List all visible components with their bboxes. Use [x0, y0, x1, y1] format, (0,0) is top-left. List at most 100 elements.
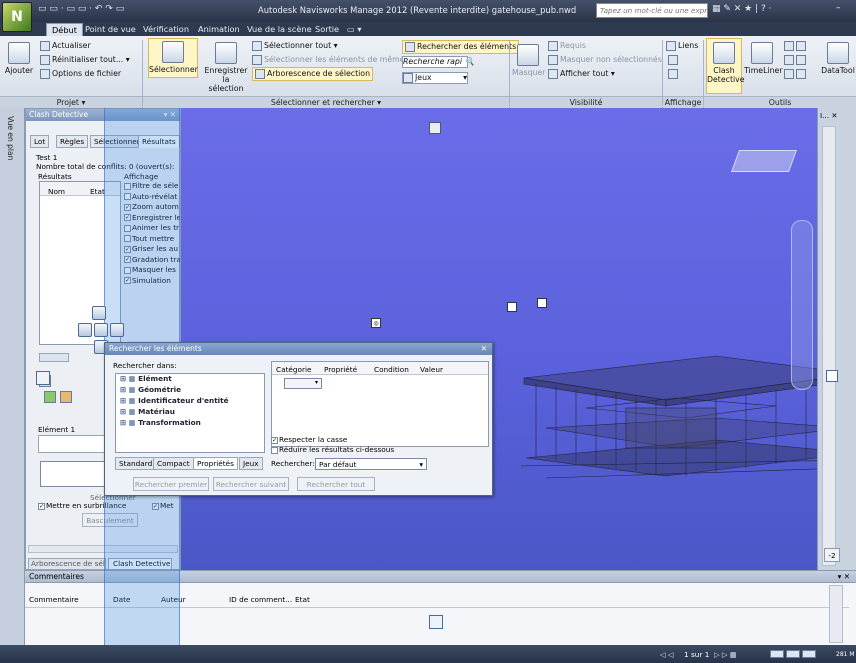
col-propriete[interactable]: Propriété [324, 365, 357, 374]
prune-checkbox[interactable]: Réduire les résultats ci-dessous [271, 445, 394, 454]
tab-verification[interactable]: Vérification [138, 23, 194, 36]
tab-compact[interactable]: Compact [153, 457, 194, 470]
save-selection-button[interactable]: Enregistrer la sélection [204, 42, 248, 93]
search-mode-dropdown[interactable]: Par défaut ▾ [315, 458, 427, 470]
dock-up-icon[interactable] [92, 306, 106, 320]
tools-icons-a[interactable] [784, 41, 808, 51]
show-all-button[interactable]: Afficher tout ▾ [548, 69, 615, 79]
comments-scrollbar[interactable] [829, 585, 843, 643]
comments-close-icon[interactable]: ▾ ✕ [838, 571, 850, 583]
dock-left-panel-icon[interactable] [36, 371, 50, 385]
dock-bottom-icon[interactable] [429, 615, 443, 629]
dock-right-arrow-icon[interactable] [110, 323, 124, 337]
dock-left-icon[interactable] [78, 323, 92, 337]
required-button[interactable]: Requis [548, 41, 586, 51]
group-label-select[interactable]: Sélectionner et rechercher ▾ [143, 96, 509, 108]
tree-item[interactable]: ⊞ ▦ Transformation [116, 418, 264, 429]
select-button[interactable]: Sélectionner [148, 38, 198, 78]
results-scrollbar[interactable] [39, 353, 69, 362]
tab-regles[interactable]: Règles [56, 135, 89, 148]
clash-marker-icon[interactable]: ◎ [371, 318, 381, 328]
dialog-close-icon[interactable]: ✕ [481, 343, 487, 355]
timeliner-button[interactable]: TimeLiner [744, 42, 783, 75]
tools-icons-c[interactable] [784, 69, 808, 79]
col-categorie[interactable]: Catégorie [276, 365, 312, 374]
hide-button[interactable]: Masquer [512, 44, 545, 77]
expand-icon[interactable]: ⊞ ▦ [120, 396, 138, 405]
clash-marker-icon-2[interactable] [507, 302, 517, 312]
col-condition[interactable]: Condition [374, 365, 409, 374]
datatools-button[interactable]: DataTool [820, 42, 856, 75]
tab-debut[interactable]: Début [46, 23, 83, 36]
tab-extra-icon[interactable]: ▭ ▾ [342, 23, 366, 36]
find-all-button[interactable]: Rechercher tout [297, 477, 375, 491]
expand-icon[interactable]: ⊞ ▦ [120, 407, 138, 416]
tab-standard[interactable]: Standard [115, 457, 157, 470]
tree-item[interactable]: ⊞ ▦ Identificateur d'entité [116, 396, 264, 407]
add-button[interactable]: Ajouter [4, 42, 34, 75]
col-etat[interactable]: Etat [90, 187, 105, 196]
tab-point-de-vue[interactable]: Point de vue [80, 23, 141, 36]
display-icon-3[interactable] [668, 69, 680, 79]
navigation-bar[interactable] [791, 220, 813, 390]
comments-col-id[interactable]: ID de comment... [229, 595, 292, 604]
page-nav-prev[interactable]: ◁ ◁ [660, 650, 674, 659]
clash-marker-icon-3[interactable] [537, 298, 547, 308]
group-label-projet[interactable]: Projet ▾ [0, 96, 142, 108]
help-search-input[interactable]: Tapez un mot-clé ou une expression [596, 3, 708, 18]
panel-icon-3[interactable] [60, 391, 72, 403]
tab-sortie[interactable]: Sortie [310, 23, 344, 36]
3d-viewport[interactable]: ◎ [181, 108, 817, 570]
match-case-checkbox[interactable]: ✓ Respecter la casse [271, 435, 347, 444]
dock-top-icon[interactable] [429, 122, 441, 134]
tree-item[interactable]: ⊞ ▦ Géométrie [116, 385, 264, 396]
links-button[interactable]: Liens [666, 41, 698, 51]
tree-item[interactable]: ⊞ ▦ Elément [116, 374, 264, 385]
quick-access-toolbar[interactable]: ▭ ▭ · ▭ ▭ · ↶ ↷ ▭ [38, 4, 124, 18]
help-icons[interactable]: ▦ ✎ ✕ ★ | ? · [712, 4, 772, 14]
group-label-visibility[interactable]: Visibilité [510, 96, 662, 108]
expand-icon[interactable]: ⊞ ▦ [120, 385, 138, 394]
category-dropdown[interactable]: ▾ [284, 378, 322, 389]
tab-proprietes[interactable]: Propriétés [193, 457, 238, 470]
tools-icons-b[interactable] [784, 55, 808, 65]
tab-selection-tree[interactable]: Arborescence de sélec [28, 558, 106, 570]
minimize-icon[interactable]: – [836, 3, 841, 13]
find-items-button[interactable]: Rechercher des éléments [402, 40, 520, 54]
quick-find-input[interactable]: Recherche rapi 🔍 [402, 56, 474, 68]
search-in-tree[interactable]: ⊞ ▦ Elément ⊞ ▦ Géométrie ⊞ ▦ Identificate… [115, 373, 265, 453]
select-same-button[interactable]: Sélectionner les éléments de même ▾ [252, 55, 411, 65]
dock-right-icon[interactable] [826, 370, 838, 382]
expand-icon[interactable]: ⊞ ▦ [120, 418, 138, 427]
right-dock-label[interactable]: I... ✕ [820, 111, 838, 120]
viewcube[interactable] [730, 150, 798, 172]
viewport-scroll-value[interactable]: -2 [824, 548, 840, 562]
tab-jeux[interactable]: Jeux [239, 457, 263, 470]
dock-center-icon[interactable] [94, 323, 108, 337]
expand-icon[interactable]: ⊞ ▦ [120, 374, 138, 383]
tab-vue-de-la-scene[interactable]: Vue de la scène [242, 23, 317, 36]
hide-unselected-button[interactable]: Masquer non sélectionnés [548, 55, 662, 65]
application-menu-button[interactable]: N [2, 2, 32, 32]
tab-lot[interactable]: Lot [30, 135, 50, 148]
panel-icon-2[interactable] [44, 391, 56, 403]
plan-view-tab[interactable]: Vue en plan [6, 116, 15, 160]
clash-detective-button[interactable]: Clash Detective [706, 38, 745, 94]
vertical-zoom-slider[interactable] [822, 126, 836, 566]
reset-all-button[interactable]: Réinitialiser tout... ▾ [40, 55, 130, 65]
performance-meters[interactable] [770, 649, 830, 659]
display-icon-2[interactable] [668, 55, 680, 65]
find-first-button[interactable]: Rechercher premier [133, 477, 209, 491]
comments-col-comment[interactable]: Commentaire [29, 595, 79, 604]
sets-dropdown[interactable]: Jeux ▾ [402, 72, 468, 84]
col-valeur[interactable]: Valeur [420, 365, 443, 374]
selection-tree-button[interactable]: Arborescence de sélection [252, 67, 374, 81]
tree-item[interactable]: ⊞ ▦ Matériau [116, 407, 264, 418]
col-nom[interactable]: Nom [48, 187, 65, 196]
page-nav-next[interactable]: ▷ ▷ ▦ [714, 650, 737, 659]
tab-animation[interactable]: Animation [193, 23, 245, 36]
file-options-button[interactable]: Options de fichier [40, 69, 121, 79]
refresh-button[interactable]: Actualiser [40, 41, 91, 51]
comments-col-state[interactable]: Etat [295, 595, 310, 604]
find-next-button[interactable]: Rechercher suivant [213, 477, 289, 491]
